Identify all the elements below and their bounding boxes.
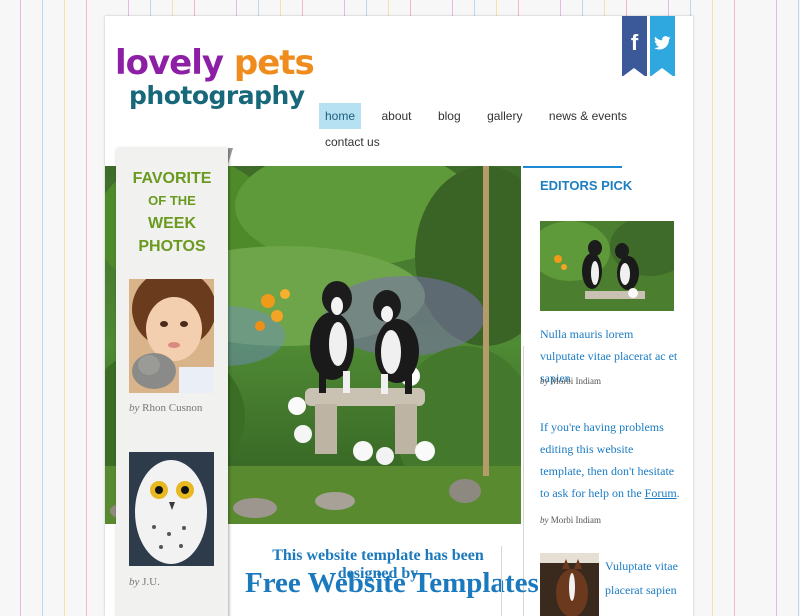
favorites-title-line2: OF THE [148,193,196,208]
twitter-icon [650,16,675,56]
nav-contact-us[interactable]: contact us [319,129,386,155]
editors-pick-item1-credit: by Morbi Indiam [540,376,601,386]
editors-pick-thumbnail[interactable] [540,221,674,311]
nav-news-events[interactable]: news & events [543,103,633,129]
facebook-link[interactable]: f [622,16,647,77]
favorite-photo-owl[interactable] [129,452,214,566]
editors-pick-accent-line [523,166,622,168]
item2-period: . [676,486,680,500]
photo-credit-name: Rhon Cusnon [142,402,203,414]
favorites-title-line4: PHOTOS [138,238,206,255]
editors-pick-item2-text: If you're having problems editing this w… [540,416,680,504]
by-label: by [540,376,549,386]
logo-line1: lovely pets [115,43,315,83]
photo-credit-name: J.U. [142,576,160,588]
logo-word-pets: pets [233,43,315,83]
editors-pick-item2-credit: by Morbi Indiam [540,515,601,525]
favorite-photo-girl-cat[interactable] [129,279,214,393]
author-name: Morbi Indiam [550,376,601,386]
favorites-title: FAVORITE OF THE WEEK PHOTOS [116,148,228,258]
favorites-title-line1: FAVORITE [132,170,212,187]
favorites-panel: FAVORITE OF THE WEEK PHOTOS by Rhon Cusn… [116,148,228,616]
page-container: lovely pets photography f home about blo… [105,16,693,616]
editors-pick-title: EDITORS PICK [540,178,633,193]
forum-link[interactable]: Forum [645,486,677,500]
logo-line2: photography [129,81,305,110]
by-label: by [129,402,140,414]
nav-blog[interactable]: blog [432,103,467,129]
twitter-link[interactable] [650,16,675,77]
nav-home[interactable]: home [319,103,362,129]
nav-about[interactable]: about [375,103,417,129]
photo-credit-2: by J.U. [129,576,160,588]
by-label: by [129,576,140,588]
by-label: by [540,515,549,525]
sidebar-fold [228,148,233,164]
nav-gallery[interactable]: gallery [481,103,528,129]
editors-pick-horse-thumbnail[interactable] [540,553,599,616]
photo-credit-1: by Rhon Cusnon [129,402,202,414]
main-nav: home about blog gallery news & events co… [319,103,693,155]
editors-pick-item3-link[interactable]: Vuluptate vitae placerat sapien [605,554,685,602]
author-name: Morbi Indiam [550,515,601,525]
facebook-icon: f [630,30,639,55]
credit-banner-line2[interactable]: Free Website Templates [245,567,539,600]
divider [501,546,502,616]
site-logo[interactable]: lovely pets photography [115,43,315,110]
favorites-title-line3: WEEK [148,215,196,232]
logo-word-lovely: lovely [115,43,224,83]
